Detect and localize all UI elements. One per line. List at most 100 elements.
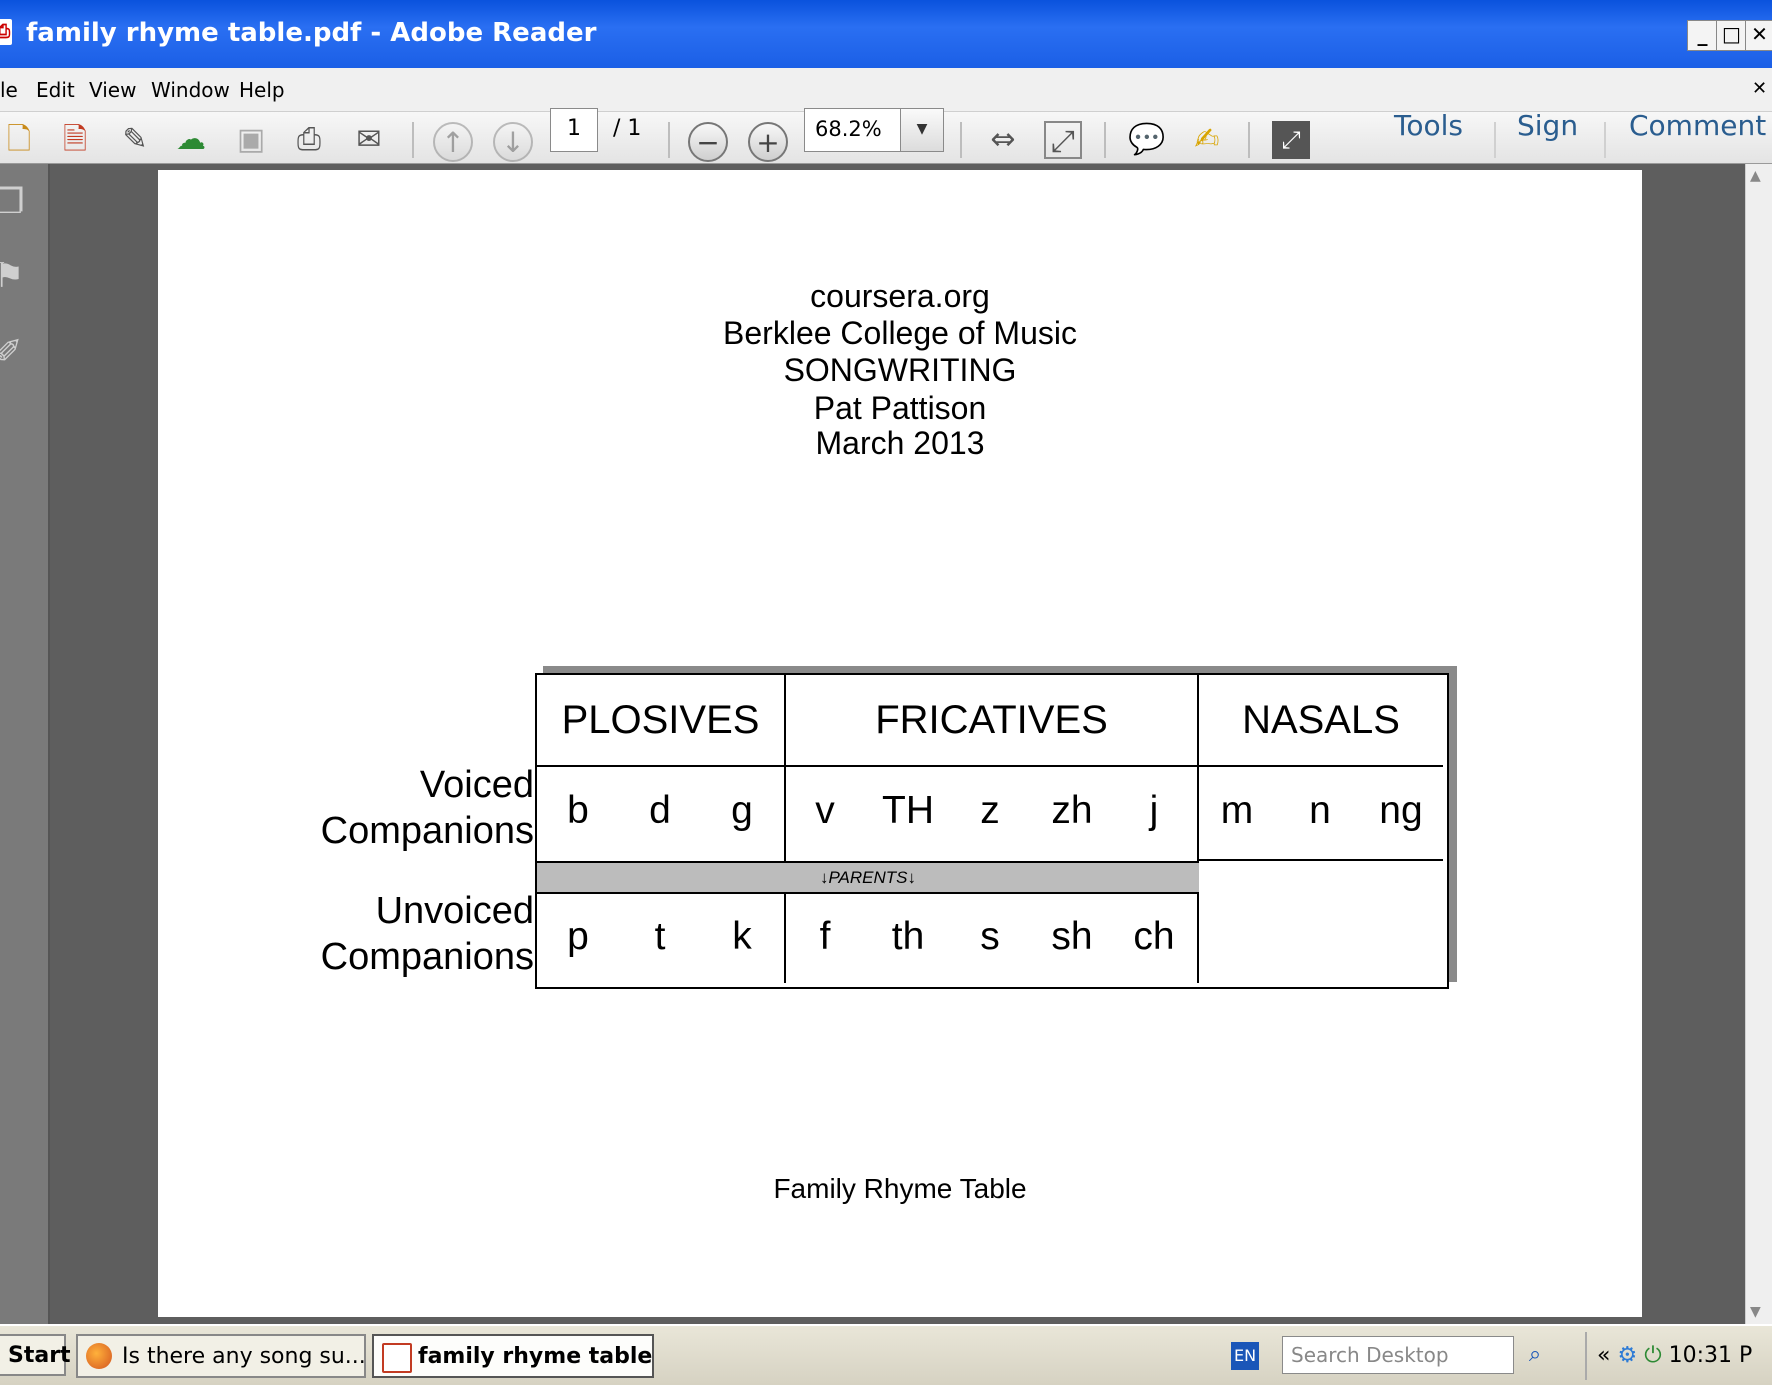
header-fricatives: FRICATIVES bbox=[875, 698, 1108, 742]
toolbar-separator bbox=[1494, 122, 1496, 158]
window-title: family rhyme table.pdf - Adobe Reader bbox=[26, 18, 597, 48]
taskbar-item-label: family rhyme table... bbox=[418, 1344, 654, 1369]
zoom-dropdown-button[interactable]: ▼ bbox=[900, 108, 944, 152]
phoneme-unvoiced-s: s bbox=[980, 915, 1000, 958]
close-button[interactable]: ✕ bbox=[1745, 20, 1772, 51]
phoneme-voiced-m: m bbox=[1220, 789, 1254, 832]
sign-pane-button[interactable]: Sign bbox=[1517, 109, 1578, 142]
phoneme-unvoiced-p: p bbox=[567, 915, 589, 958]
header-line-3: SONGWRITING bbox=[783, 352, 1017, 388]
cloud-upload-icon[interactable]: ☁ bbox=[172, 121, 210, 159]
table-divider bbox=[537, 765, 1443, 767]
clock[interactable]: 10:31 P bbox=[1669, 1343, 1753, 1368]
phoneme-voiced-b: b bbox=[567, 789, 589, 832]
edit-pdf-icon[interactable]: ✎ bbox=[116, 121, 154, 159]
tools-pane-button[interactable]: Tools bbox=[1394, 109, 1463, 142]
family-rhyme-table: PLOSIVES FRICATIVES NASALS b d g v TH z … bbox=[535, 673, 1449, 989]
open-file-icon[interactable]: 🗋 bbox=[0, 121, 38, 159]
phoneme-unvoiced-th: th bbox=[891, 915, 925, 958]
parents-band: ↓PARENTS↓ bbox=[537, 861, 1199, 894]
header-line-1: coursera.org bbox=[810, 278, 990, 314]
taskbar-item-firefox[interactable]: Is there any song su... bbox=[76, 1334, 366, 1378]
comment-pane-button[interactable]: Comment bbox=[1629, 109, 1766, 142]
phoneme-voiced-d: d bbox=[649, 789, 671, 832]
language-indicator[interactable]: EN bbox=[1231, 1342, 1259, 1370]
table-divider bbox=[1197, 859, 1443, 861]
vertical-scrollbar[interactable]: ▲ ▼ bbox=[1745, 164, 1772, 1324]
header-line-5: March 2013 bbox=[815, 425, 985, 461]
pdf-page: coursera.org Berklee College of Music SO… bbox=[158, 170, 1642, 1317]
attachments-icon[interactable]: ✐ bbox=[0, 332, 28, 372]
taskbar-item-label: Is there any song su... bbox=[122, 1344, 366, 1369]
adobe-reader-icon: ⎙ bbox=[0, 19, 12, 45]
phoneme-voiced-zh: zh bbox=[1051, 789, 1093, 832]
menu-edit[interactable]: Edit bbox=[36, 78, 75, 102]
header-line-4: Pat Pattison bbox=[813, 390, 987, 426]
toolbar-separator bbox=[1248, 122, 1250, 158]
phoneme-voiced-ng: ng bbox=[1379, 789, 1423, 832]
phoneme-unvoiced-k: k bbox=[732, 915, 752, 958]
row-label-voiced: Voiced Companions bbox=[274, 762, 534, 854]
row-label-voiced-line1: Voiced bbox=[419, 764, 534, 806]
page-number-input[interactable]: 1 bbox=[550, 108, 598, 152]
start-button[interactable]: Start bbox=[0, 1334, 71, 1376]
pdf-file-icon bbox=[382, 1343, 412, 1373]
tray-expand-chevron-icon[interactable]: « bbox=[1597, 1343, 1610, 1368]
zoom-level-input[interactable]: 68.2% bbox=[804, 108, 912, 152]
row-label-unvoiced-line2: Companions bbox=[320, 936, 534, 978]
scroll-down-arrow-icon[interactable]: ▼ bbox=[1750, 1304, 1761, 1320]
taskbar-item-adobe-reader[interactable]: family rhyme table... bbox=[372, 1334, 654, 1378]
page-thumbnails-icon[interactable]: ❐ bbox=[0, 182, 28, 222]
sticky-note-icon[interactable]: 💬 bbox=[1128, 121, 1166, 159]
header-line-2: Berklee College of Music bbox=[723, 315, 1077, 351]
full-screen-icon[interactable]: ⤢ bbox=[1272, 121, 1310, 159]
row-label-voiced-line2: Companions bbox=[320, 810, 534, 852]
menu-view[interactable]: View bbox=[89, 78, 136, 102]
bookmarks-icon[interactable]: ⚑ bbox=[0, 256, 28, 296]
next-page-button[interactable]: ↓ bbox=[493, 122, 533, 162]
phoneme-unvoiced-sh: sh bbox=[1051, 915, 1093, 958]
create-pdf-icon[interactable]: 🗎 bbox=[56, 121, 94, 159]
row-label-unvoiced: Unvoiced Companions bbox=[274, 888, 534, 980]
window-titlebar[interactable]: ⎙ family rhyme table.pdf - Adobe Reader … bbox=[0, 0, 1772, 68]
fit-page-icon[interactable]: ⤢ bbox=[1044, 121, 1082, 159]
toolbar-separator bbox=[960, 122, 962, 158]
toolbar-separator bbox=[1104, 122, 1106, 158]
page-total: / 1 bbox=[613, 116, 642, 141]
phoneme-voiced-z: z bbox=[980, 789, 1000, 832]
start-label: Start bbox=[8, 1343, 71, 1368]
table-caption: Family Rhyme Table bbox=[773, 1173, 1027, 1204]
close-document-icon[interactable]: ✕ bbox=[1752, 78, 1767, 99]
minimize-button[interactable]: _ bbox=[1687, 20, 1718, 51]
taskbar: Start Is there any song su... family rhy… bbox=[0, 1324, 1772, 1385]
phoneme-unvoiced-f: f bbox=[819, 915, 831, 958]
search-desktop-input[interactable]: Search Desktop bbox=[1282, 1336, 1514, 1374]
menu-file[interactable]: le bbox=[0, 78, 18, 102]
previous-page-button[interactable]: ↑ bbox=[433, 122, 473, 162]
zoom-in-button[interactable]: + bbox=[748, 122, 788, 162]
phoneme-unvoiced-ch: ch bbox=[1133, 915, 1175, 958]
zoom-out-button[interactable]: − bbox=[688, 122, 728, 162]
print-icon[interactable]: ⎙ bbox=[290, 121, 328, 159]
phoneme-voiced-v: v bbox=[815, 789, 835, 832]
highlight-text-icon[interactable]: ✍ bbox=[1188, 121, 1226, 159]
phoneme-voiced-g: g bbox=[731, 789, 753, 832]
scroll-up-arrow-icon[interactable]: ▲ bbox=[1750, 168, 1761, 184]
toolbar-separator bbox=[668, 122, 670, 158]
power-icon[interactable]: ⏻ bbox=[1644, 1343, 1661, 1368]
phoneme-voiced-j: j bbox=[1149, 789, 1159, 832]
network-icon[interactable]: ⚙ bbox=[1617, 1343, 1637, 1368]
chevron-down-icon: ▼ bbox=[916, 121, 928, 137]
menu-bar: le Edit View Window Help ✕ bbox=[0, 68, 1772, 112]
header-nasals: NASALS bbox=[1242, 698, 1400, 742]
toolbar-separator bbox=[1604, 122, 1606, 158]
menu-window[interactable]: Window bbox=[151, 78, 230, 102]
maximize-button[interactable]: □ bbox=[1716, 20, 1747, 51]
fit-width-icon[interactable]: ⇔ bbox=[984, 121, 1022, 159]
save-icon[interactable]: ▣ bbox=[232, 121, 270, 159]
menu-help[interactable]: Help bbox=[239, 78, 285, 102]
phoneme-unvoiced-t: t bbox=[654, 915, 666, 958]
email-icon[interactable]: ✉ bbox=[350, 121, 388, 159]
row-label-unvoiced-line1: Unvoiced bbox=[375, 890, 534, 932]
search-icon[interactable]: ⌕ bbox=[1514, 1336, 1556, 1374]
